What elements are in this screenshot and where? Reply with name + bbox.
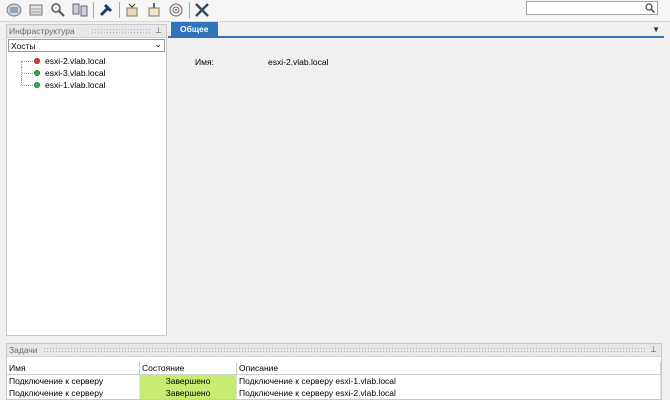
task-name: Подключение к серверу — [7, 387, 140, 399]
infrastructure-panel: Инфраструктура ⊥ Хосты ⌄ esxi-2.vlab.loc… — [6, 24, 167, 336]
host-name: esxi-2.vlab.local — [45, 56, 106, 66]
name-label: Имя: — [195, 57, 214, 67]
pin-icon[interactable]: ⊥ — [155, 26, 162, 35]
search-icon[interactable] — [645, 3, 656, 15]
datastore-icon[interactable] — [26, 1, 46, 19]
infrastructure-header: Инфраструктура ⊥ — [7, 25, 166, 38]
table-row[interactable]: Подключение к серверу Завершено Подключе… — [7, 387, 661, 399]
name-value: esxi-2.vlab.local — [268, 57, 329, 67]
panel-grip — [91, 28, 150, 34]
tab-menu-icon[interactable]: ▼ — [652, 25, 660, 34]
status-dot-icon — [34, 82, 40, 88]
tasks-panel: Задачи ⊥ Имя Состояние Описание Подключе… — [6, 343, 662, 400]
toolbar — [0, 0, 670, 22]
host-name: esxi-3.vlab.local — [45, 68, 106, 78]
status-dot-icon — [34, 58, 40, 64]
table-row[interactable]: Подключение к серверу Завершено Подключе… — [7, 374, 661, 387]
tree-item-host[interactable]: esxi-3.vlab.local — [7, 67, 166, 79]
tree-item-host[interactable]: esxi-2.vlab.local — [7, 55, 166, 67]
tree-item-host[interactable]: esxi-1.vlab.local — [7, 79, 166, 91]
hosts-selector[interactable]: Хосты ⌄ — [8, 39, 165, 52]
column-header-name[interactable]: Имя — [7, 362, 140, 375]
task-description: Подключение к серверу esxi-1.vlab.local — [236, 374, 661, 387]
toolbar-separator — [119, 2, 120, 18]
infrastructure-title: Инфраструктура — [9, 26, 75, 36]
pin-icon[interactable]: ⊥ — [650, 345, 657, 354]
task-name: Подключение к серверу — [7, 374, 140, 387]
search-input[interactable] — [526, 1, 658, 15]
panel-grip — [43, 347, 645, 353]
task-state: Завершено — [139, 374, 237, 387]
tab-bar: Общее ▼ — [168, 22, 664, 38]
tasks-title: Задачи — [9, 345, 38, 355]
hosts-tree: esxi-2.vlab.local esxi-3.vlab.local esxi… — [7, 55, 166, 91]
task-description: Подключение к серверу esxi-2.vlab.local — [236, 387, 661, 399]
task-state: Завершено — [139, 387, 237, 399]
toolbar-separator — [93, 2, 94, 18]
tasks-header: Задачи ⊥ — [7, 344, 661, 357]
status-dot-icon — [34, 70, 40, 76]
target-icon[interactable] — [166, 1, 186, 19]
package-icon[interactable] — [144, 1, 164, 19]
tools-icon[interactable] — [192, 1, 212, 19]
deploy-icon[interactable] — [122, 1, 142, 19]
connect-icon[interactable] — [96, 1, 116, 19]
column-header-description[interactable]: Описание — [236, 362, 661, 375]
host-name: esxi-1.vlab.local — [45, 80, 106, 90]
network-icon[interactable] — [70, 1, 90, 19]
tasks-table: Имя Состояние Описание Подключение к сер… — [7, 362, 661, 399]
tab-general[interactable]: Общее — [171, 22, 218, 36]
hosts-selector-value: Хосты — [11, 41, 36, 51]
toolbar-separator — [189, 2, 190, 18]
column-header-state[interactable]: Состояние — [139, 362, 237, 375]
chevron-down-icon[interactable]: ⌄ — [154, 39, 162, 50]
details-pane: Общее ▼ Имя: esxi-2.vlab.local — [168, 22, 664, 336]
magnifier-icon[interactable] — [48, 1, 68, 19]
hosts-icon[interactable] — [4, 1, 24, 19]
